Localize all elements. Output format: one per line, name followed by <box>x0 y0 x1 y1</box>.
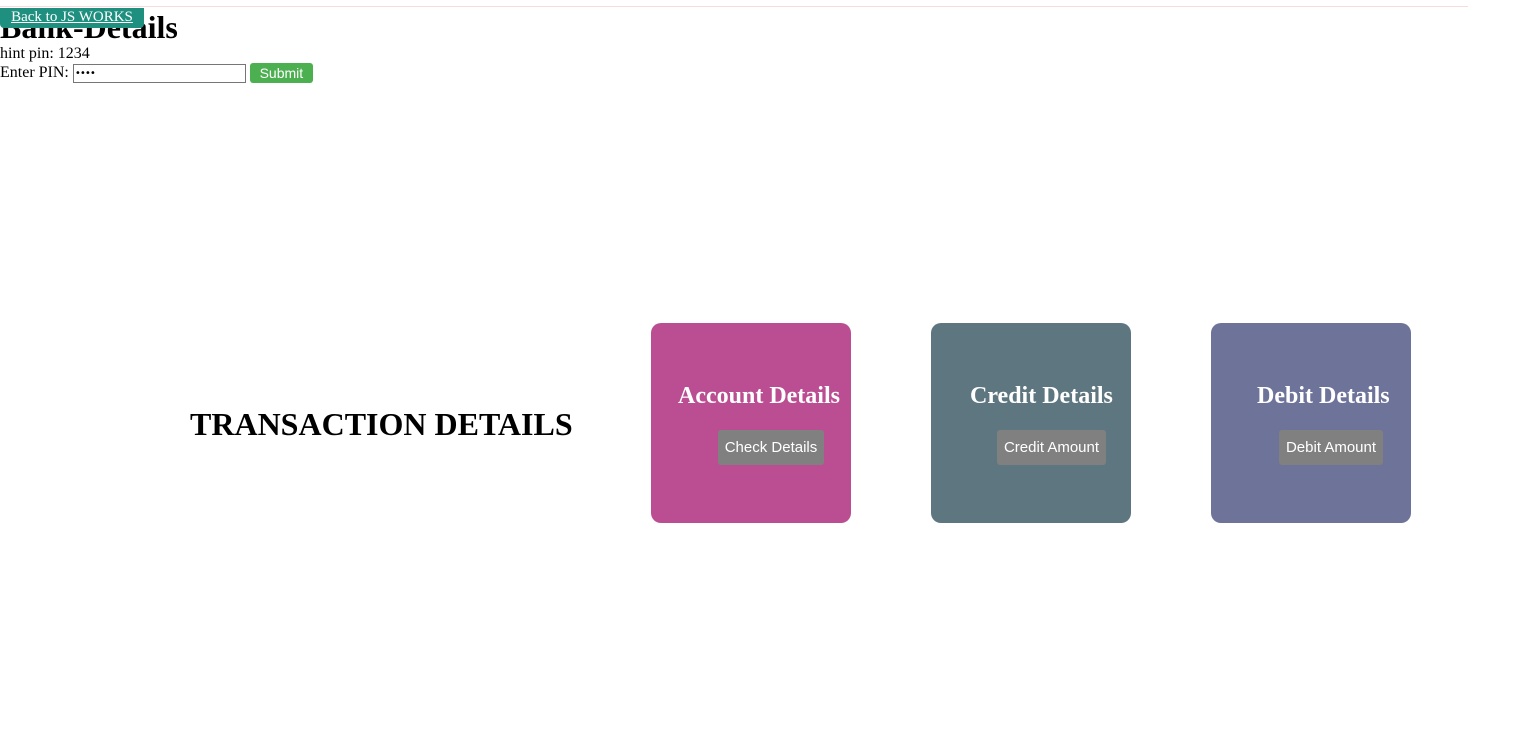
account-details-title: Account Details <box>678 383 840 409</box>
submit-button[interactable]: Submit <box>249 63 313 83</box>
pin-label: Enter PIN: <box>0 64 69 81</box>
pin-input[interactable]: •••• <box>72 63 246 83</box>
account-details-card <box>651 323 851 523</box>
credit-amount-button[interactable]: Credit Amount <box>997 430 1106 465</box>
debit-details-title: Debit Details <box>1257 383 1390 409</box>
debit-amount-button[interactable]: Debit Amount <box>1279 430 1383 465</box>
transaction-details-heading: TRANSACTION DETAILS <box>190 406 573 442</box>
top-divider <box>0 6 1468 7</box>
debit-details-card <box>1211 323 1411 523</box>
credit-details-card <box>931 323 1131 523</box>
back-to-js-works-link[interactable]: Back to JS WORKS <box>0 8 144 28</box>
credit-details-title: Credit Details <box>970 383 1113 409</box>
pin-form: Enter PIN: •••• Submit <box>0 63 313 83</box>
check-details-button[interactable]: Check Details <box>718 430 824 465</box>
pin-hint: hint pin: 1234 <box>0 45 90 62</box>
